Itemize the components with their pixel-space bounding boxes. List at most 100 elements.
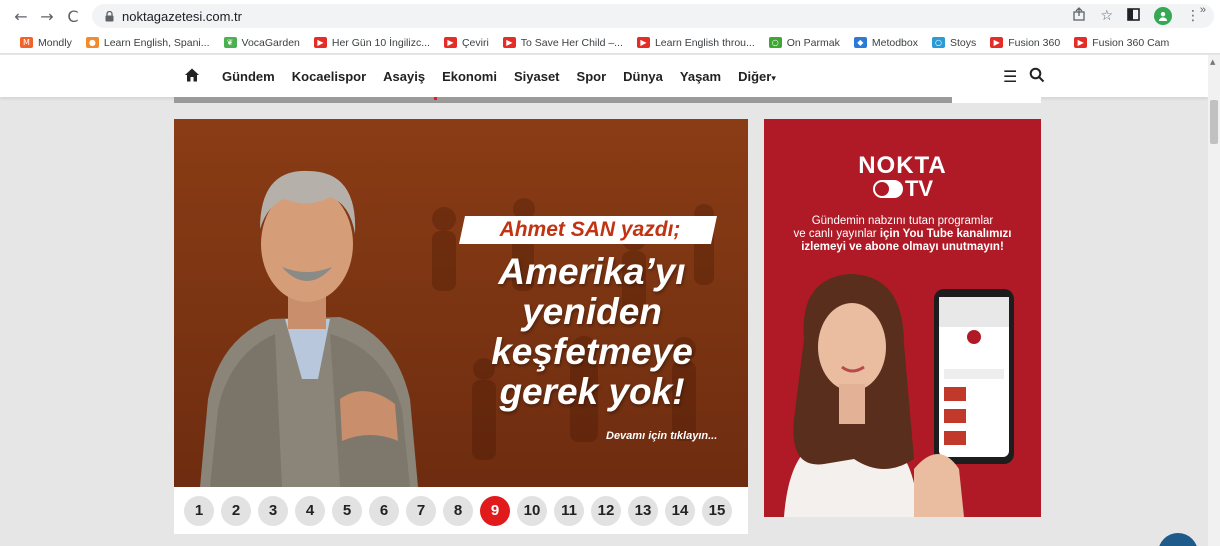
- slider-page-button[interactable]: 6: [369, 495, 399, 526]
- nav-item[interactable]: Yaşam: [680, 69, 721, 84]
- slider-page-button[interactable]: 13: [628, 495, 658, 526]
- slider-page-button[interactable]: 4: [295, 495, 325, 526]
- nav-more-dropdown[interactable]: Diğer▾: [738, 69, 776, 84]
- bookmarks-bar: M Mondly ● Learn English, Spani... ❦ VocaGard…: [0, 32, 1220, 54]
- slider-page-button[interactable]: 5: [332, 495, 362, 526]
- bookmark-favicon-icon: ▶: [443, 37, 457, 48]
- slider-page-button[interactable]: 2: [221, 495, 251, 526]
- slider-page-button[interactable]: 10: [517, 495, 547, 526]
- share-icon[interactable]: [1072, 7, 1086, 25]
- headline-line: gerek yok!: [499, 371, 685, 412]
- site-navigation: Gündem Kocaelispor Asayiş Ekonomi Siyaset Spo…: [0, 55, 1208, 97]
- slider-page-button[interactable]: 14: [665, 495, 695, 526]
- bookmark-item[interactable]: ○ On Parmak: [768, 37, 840, 49]
- nav-more-label: Diğer: [738, 68, 772, 84]
- headline-line: yeniden: [522, 291, 662, 332]
- tv-logo: TV: [858, 176, 948, 201]
- nav-item[interactable]: Gündem: [222, 69, 275, 84]
- caret-down-icon: ▾: [771, 73, 776, 84]
- reload-icon: C: [67, 6, 79, 26]
- bookmark-label: Her Gün 10 İngilizc...: [331, 36, 430, 49]
- nav-item[interactable]: Kocaelispor: [292, 69, 366, 84]
- bookmark-item[interactable]: ● Learn English, Spani...: [85, 36, 210, 49]
- bookmark-item[interactable]: ○ Stoys: [931, 37, 976, 49]
- bookmark-item[interactable]: ▶ Çeviri: [443, 36, 489, 49]
- nav-item[interactable]: Ekonomi: [442, 69, 497, 84]
- bookmark-item[interactable]: M Mondly: [20, 37, 72, 49]
- slider-page-button[interactable]: 11: [554, 495, 584, 526]
- chat-widget-button[interactable]: [1158, 533, 1198, 546]
- bookmark-item[interactable]: ▶ Fusion 360: [990, 37, 1060, 49]
- bookmark-star-icon[interactable]: ☆: [1100, 8, 1113, 24]
- nav-menu: Gündem Kocaelispor Asayiş Ekonomi Siyaset Spo…: [222, 55, 776, 97]
- columnist-photo: [200, 170, 418, 487]
- bookmark-favicon-icon: M: [20, 37, 33, 48]
- tv-ad-bold-text: için You Tube kanalımızı: [879, 228, 1012, 240]
- profile-avatar-icon[interactable]: [1154, 7, 1172, 25]
- hamburger-menu-icon[interactable]: ☰: [1003, 67, 1017, 86]
- slider-page-button[interactable]: 7: [406, 495, 436, 526]
- nav-item[interactable]: Asayiş: [383, 69, 425, 84]
- reload-button[interactable]: C: [60, 3, 86, 29]
- nav-item[interactable]: Spor: [577, 69, 607, 84]
- bookmark-favicon-icon: ▶: [636, 37, 650, 48]
- bookmark-item[interactable]: ◆ Metodbox: [853, 36, 918, 49]
- slider-page-button[interactable]: 3: [258, 495, 288, 526]
- bookmark-item[interactable]: ▶ To Save Her Child –...: [502, 36, 623, 49]
- bookmark-favicon-icon: ○: [931, 37, 945, 48]
- bookmark-item[interactable]: ▶ Learn English throu...: [636, 36, 755, 49]
- slider-page-button[interactable]: 15: [702, 495, 732, 526]
- slider-headline[interactable]: Amerika’yı yeniden keşfetmeye gerek yok!: [452, 252, 732, 412]
- author-tag: Ahmet SAN yazdı;: [499, 218, 681, 241]
- bookmark-label: Mondly: [38, 36, 72, 49]
- tv-ad-line: ve canlı yayınlar için You Tube kanalımı…: [774, 228, 1031, 241]
- top-ad-strip: [174, 97, 952, 103]
- read-more-link[interactable]: Devamı için tıklayın...: [606, 430, 717, 442]
- lock-icon: [102, 10, 116, 22]
- address-bar[interactable]: noktagazetesi.com.tr ☆ ⋮: [92, 4, 1214, 28]
- nav-item[interactable]: Dünya: [623, 69, 663, 84]
- bookmarks-overflow-button[interactable]: »: [1200, 4, 1206, 16]
- scrollbar-thumb[interactable]: [1210, 100, 1218, 144]
- search-icon[interactable]: [1029, 67, 1045, 83]
- slider-pagination: 1 2 3 4 5 6 7 8 9 10 11 12 13 14 15: [174, 487, 748, 534]
- nokta-logo-text: NOKTA: [858, 152, 947, 179]
- toggle-icon: [872, 180, 903, 198]
- bookmark-label: Learn English, Spani...: [103, 36, 210, 49]
- arrow-right-icon: →: [40, 6, 54, 26]
- nav-item[interactable]: Siyaset: [514, 69, 560, 84]
- back-button[interactable]: ←: [8, 3, 34, 29]
- bookmark-label: Learn English throu...: [654, 36, 755, 49]
- bookmark-label: Fusion 360 Cam: [1092, 36, 1170, 49]
- slider-page-button[interactable]: 9: [480, 495, 510, 526]
- headline-slider[interactable]: Ahmet SAN yazdı; Amerika’yı yeniden keşf…: [174, 119, 748, 487]
- woman-with-phone-image: [784, 274, 1014, 517]
- slider-page-button[interactable]: 1: [184, 495, 214, 526]
- browser-menu-icon[interactable]: ⋮: [1186, 8, 1200, 24]
- bookmark-label: VocaGarden: [241, 36, 300, 49]
- url-text: noktagazetesi.com.tr: [122, 8, 242, 24]
- bookmark-item[interactable]: ▶ Her Gün 10 İngilizc...: [313, 36, 430, 49]
- tv-ad-line: izlemeyi ve abone olmayı unutmayın!: [774, 241, 1031, 254]
- bookmark-label: To Save Her Child –...: [520, 36, 623, 49]
- home-icon[interactable]: [184, 67, 200, 83]
- bookmark-label: Metodbox: [871, 36, 918, 49]
- bookmark-favicon-icon: ❦: [223, 37, 237, 48]
- side-panel-icon[interactable]: [1127, 7, 1140, 25]
- nokta-tv-ad[interactable]: NOKTA TV Gündemin nabzını tutan programl…: [764, 119, 1041, 517]
- browser-toolbar: ← → C noktagazetesi.com.tr ☆ ⋮: [0, 0, 1220, 32]
- bookmark-favicon-icon: ▶: [313, 37, 327, 48]
- bookmark-item[interactable]: ▶ Fusion 360 Cam: [1074, 37, 1169, 49]
- bookmark-item[interactable]: ❦ VocaGarden: [223, 36, 300, 49]
- bookmark-favicon-icon: ○: [768, 37, 782, 48]
- bookmark-label: Çeviri: [461, 36, 489, 49]
- slider-page-button[interactable]: 8: [443, 495, 473, 526]
- slider-page-button[interactable]: 12: [591, 495, 621, 526]
- scroll-up-arrow-icon[interactable]: ▲: [1210, 58, 1215, 66]
- forward-button[interactable]: →: [34, 3, 60, 29]
- bookmark-favicon-icon: ▶: [502, 37, 516, 48]
- top-ad-strip-end: [952, 97, 1041, 103]
- bookmark-favicon-icon: ▶: [990, 37, 1004, 48]
- bookmark-favicon-icon: ●: [85, 37, 99, 48]
- bookmark-label: Fusion 360: [1008, 36, 1061, 49]
